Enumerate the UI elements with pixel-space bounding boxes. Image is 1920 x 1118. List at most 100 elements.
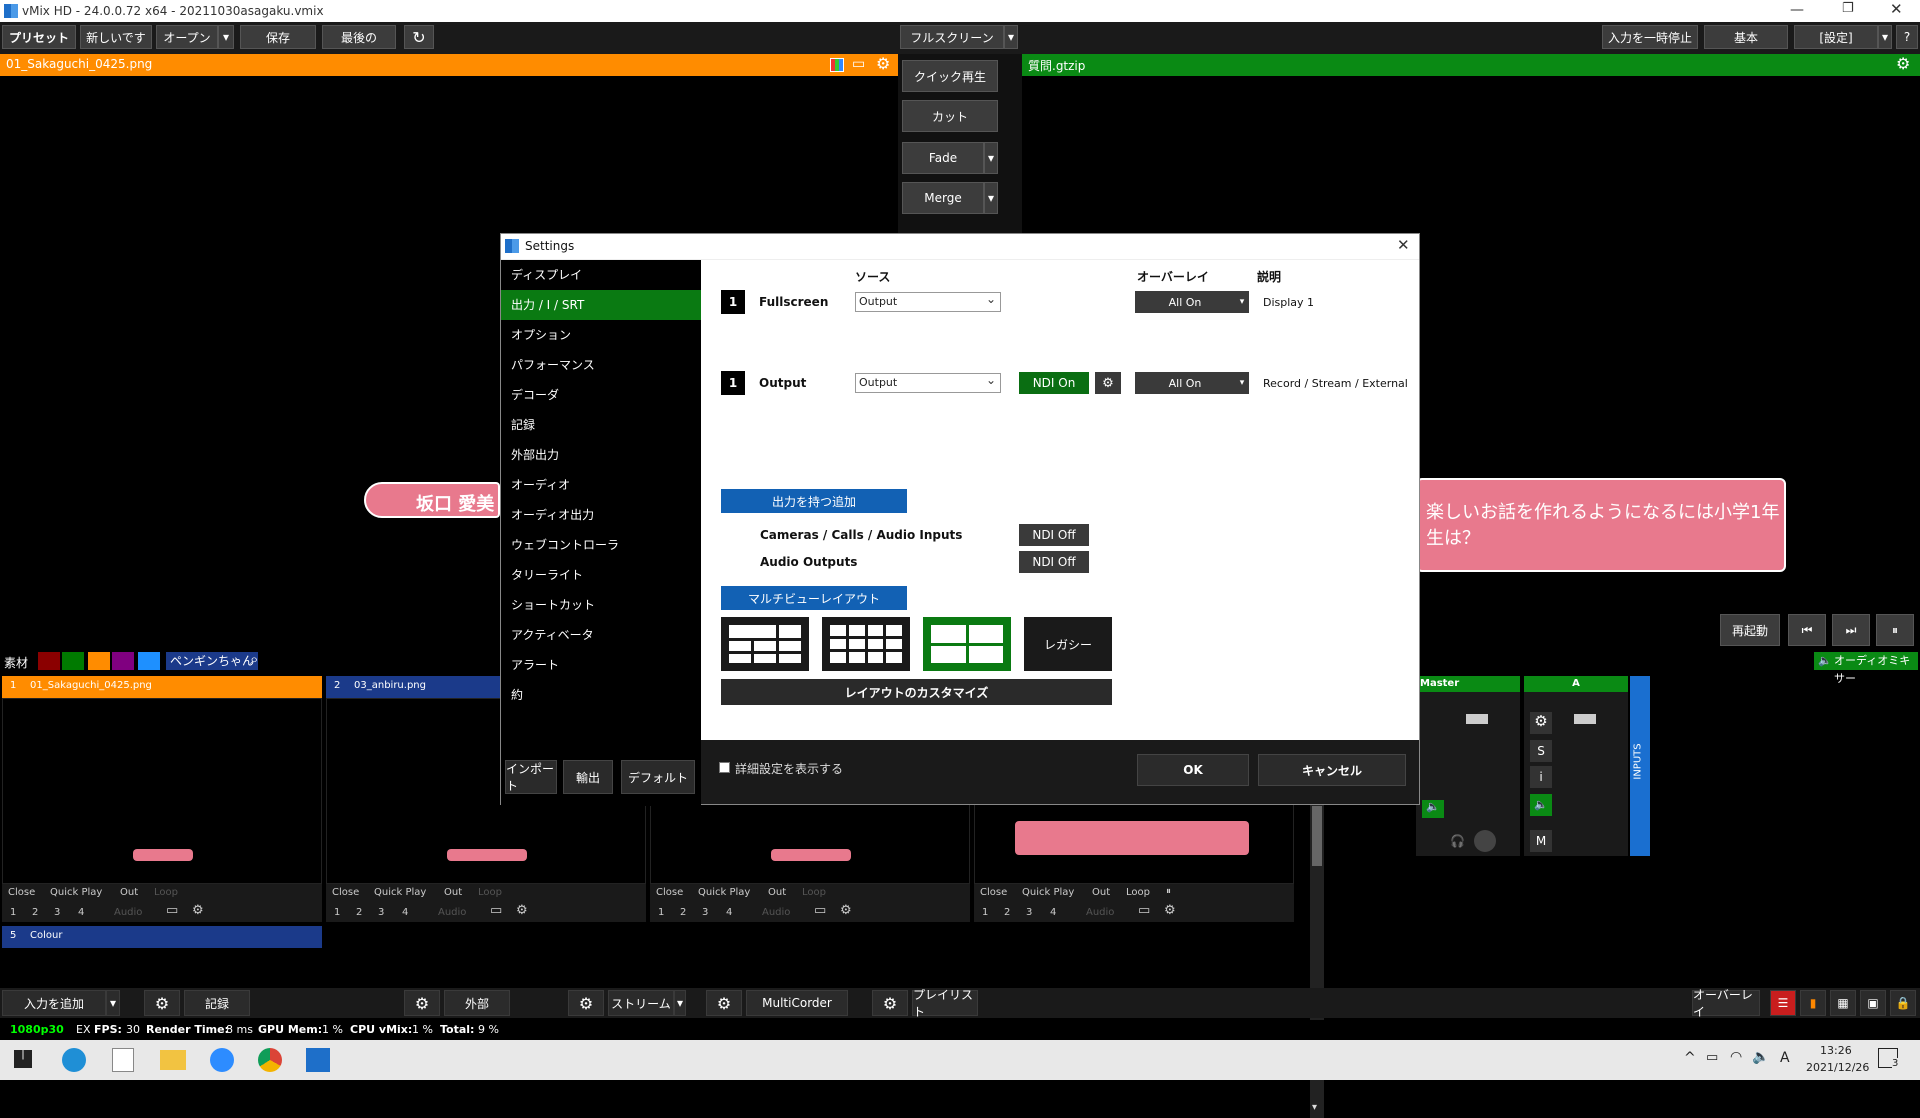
customize-layout-button[interactable]: レイアウトのカスタマイズ <box>721 679 1112 705</box>
vmix-taskbar-icon[interactable] <box>306 1048 330 1072</box>
overlay-3-button[interactable]: 3 <box>54 907 60 918</box>
input-4-thumbnail[interactable] <box>974 804 1294 884</box>
import-button[interactable]: インポート <box>505 760 557 794</box>
pause-icon[interactable]: ⏸ <box>1166 886 1171 897</box>
quick-play-button[interactable]: Quick Play <box>374 887 426 898</box>
input-1-header[interactable]: 1 01_Sakaguchi_0425.png <box>2 676 322 698</box>
chevron-up-icon[interactable]: ^ <box>1684 1050 1696 1066</box>
color-filter-green[interactable] <box>62 652 84 670</box>
overlay-2-button[interactable]: 2 <box>356 907 362 918</box>
layout-option-3-selected[interactable] <box>923 617 1011 671</box>
clock-time[interactable]: 13:26 <box>1820 1044 1852 1057</box>
wifi-icon[interactable]: ◠ <box>1730 1049 1742 1065</box>
edge-icon[interactable] <box>62 1048 86 1072</box>
color-filter-purple[interactable] <box>112 652 134 670</box>
ndi-on-button[interactable]: NDI On <box>1019 372 1089 394</box>
pause-input-button[interactable]: 入力を一時停止 <box>1602 25 1698 49</box>
layout-option-2[interactable] <box>822 617 910 671</box>
close-window-button[interactable]: ✕ <box>1890 0 1903 18</box>
speaker-icon[interactable]: 🔈 <box>1530 794 1552 816</box>
fade-button[interactable]: Fade <box>902 142 984 174</box>
sidebar-item-display[interactable]: ディスプレイ <box>501 260 701 290</box>
stream-button[interactable]: ストリーム <box>608 990 674 1016</box>
color-filter-blue[interactable] <box>138 652 160 670</box>
gear-icon[interactable]: ⚙ <box>840 903 852 918</box>
monitor-icon[interactable]: ▭ <box>814 903 826 918</box>
chrome-icon[interactable] <box>258 1048 282 1072</box>
close-button[interactable]: Close <box>332 887 359 898</box>
mute-button[interactable]: M <box>1530 830 1552 852</box>
monitor-icon[interactable]: ▭ <box>1138 903 1150 918</box>
windows-start-icon[interactable] <box>14 1050 32 1068</box>
loop-button[interactable]: Loop <box>1126 887 1150 898</box>
settings-dropdown-button[interactable]: ▾ <box>1878 25 1892 49</box>
overlay-1-button[interactable]: 1 <box>334 907 340 918</box>
sidebar-item-activators[interactable]: アクティベータ <box>501 620 701 650</box>
record-button[interactable]: 記録 <box>184 990 250 1016</box>
multicorder-settings-button[interactable]: ⚙ <box>706 990 742 1016</box>
input-1-thumbnail[interactable] <box>2 698 322 884</box>
monitor-icon[interactable]: ▭ <box>166 903 178 918</box>
record-settings-button[interactable]: ⚙ <box>144 990 180 1016</box>
loop-button[interactable]: Loop <box>802 887 826 898</box>
external-settings-button[interactable]: ⚙ <box>404 990 440 1016</box>
snapshot-button[interactable]: ▣ <box>1860 990 1886 1016</box>
ok-button[interactable]: OK <box>1137 754 1249 786</box>
multicorder-button[interactable]: MultiCorder <box>746 990 848 1016</box>
audio-button[interactable]: Audio <box>438 907 466 918</box>
overlay-1-button[interactable]: 1 <box>658 907 664 918</box>
overlay-2-button[interactable]: 2 <box>32 907 38 918</box>
open-button[interactable]: オープン <box>156 25 218 49</box>
volume-icon[interactable]: 🔈 <box>1752 1049 1769 1065</box>
overlay-4-button[interactable]: 4 <box>726 907 732 918</box>
sidebar-item-tally-light[interactable]: タリーライト <box>501 560 701 590</box>
merge-dropdown-button[interactable]: ▾ <box>984 182 998 214</box>
clock-date[interactable]: 2021/12/26 <box>1806 1061 1869 1074</box>
notepad-icon[interactable] <box>112 1048 134 1072</box>
zoom-icon[interactable] <box>210 1048 234 1072</box>
sidebar-item-shortcuts[interactable]: ショートカット <box>501 590 701 620</box>
restore-button[interactable]: ❐ <box>1842 1 1854 16</box>
out-button[interactable]: Out <box>1092 887 1110 898</box>
overlay-button[interactable]: オーバーレイ <box>1692 988 1760 1019</box>
show-advanced-checkbox[interactable] <box>719 762 730 773</box>
sidebar-item-alerts[interactable]: アラート <box>501 650 701 680</box>
color-filter-orange[interactable] <box>88 652 110 670</box>
headphone-icon[interactable]: 🎧 <box>1450 834 1465 848</box>
stream-dropdown[interactable]: ▾ <box>674 990 686 1016</box>
sidebar-item-output[interactable]: 出力 / I / SRT <box>501 290 701 320</box>
fullscreen-source-select[interactable]: Output <box>855 290 1001 312</box>
sidebar-item-web-controller[interactable]: ウェブコントローラ <box>501 530 701 560</box>
overlay-3-button[interactable]: 3 <box>702 907 708 918</box>
default-button[interactable]: デフォルト <box>621 760 695 794</box>
info-button[interactable]: i <box>1530 766 1552 788</box>
fullscreen-button[interactable]: フルスクリーン <box>900 25 1004 49</box>
close-button[interactable]: Close <box>980 887 1007 898</box>
pause-button[interactable]: ⏸ <box>1876 614 1914 646</box>
overlay-2-button[interactable]: 2 <box>1004 907 1010 918</box>
ndi-settings-button[interactable]: ⚙ <box>1095 372 1121 394</box>
merge-button[interactable]: Merge <box>902 182 984 214</box>
loop-button[interactable]: Loop <box>478 887 502 898</box>
external-button[interactable]: 外部 <box>444 990 510 1016</box>
gear-icon[interactable]: ⚙ <box>1896 54 1910 73</box>
sidebar-item-audio-output[interactable]: オーディオ出力 <box>501 500 701 530</box>
basic-button[interactable]: 基本 <box>1704 25 1788 49</box>
sidebar-item-audio[interactable]: オーディオ <box>501 470 701 500</box>
fullscreen-dropdown-button[interactable]: ▾ <box>1004 25 1018 49</box>
lock-button[interactable]: 🔒 <box>1890 990 1916 1016</box>
close-icon[interactable]: ✕ <box>1397 236 1410 254</box>
add-output-button[interactable]: 出力を持つ追加 <box>721 489 907 513</box>
output-overlay-select[interactable]: All On <box>1135 372 1235 394</box>
sidebar-item-options[interactable]: オプション <box>501 320 701 350</box>
input-5-header[interactable]: 5 Colour <box>2 926 322 948</box>
preset-button[interactable]: プリセット <box>2 25 76 49</box>
open-dropdown-button[interactable]: ▾ <box>218 25 234 49</box>
out-button[interactable]: Out <box>768 887 786 898</box>
ndi-audio-outputs-toggle[interactable]: NDI Off <box>1019 551 1089 573</box>
output-overlay-dropdown[interactable]: ▾ <box>1235 372 1249 394</box>
list-view-button[interactable]: ☰ <box>1770 990 1796 1016</box>
restart-button[interactable]: 再起動 <box>1720 614 1780 646</box>
fullscreen-overlay-select[interactable]: All On <box>1135 291 1235 313</box>
sidebar-item-performance[interactable]: パフォーマンス <box>501 350 701 380</box>
